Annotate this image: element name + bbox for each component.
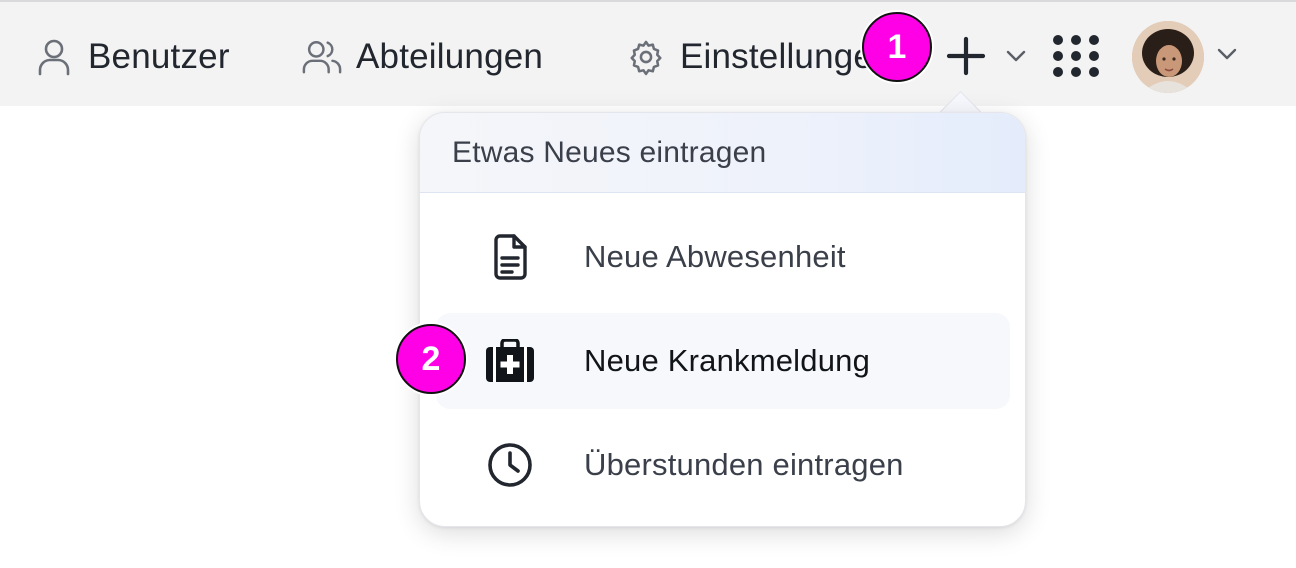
nav-item-label: Benutzer	[88, 37, 230, 76]
user-icon	[34, 37, 74, 77]
avatar[interactable]	[1132, 21, 1204, 93]
nav-item-abteilungen[interactable]: Abteilungen	[302, 32, 543, 82]
add-new-button[interactable]	[936, 26, 1036, 86]
top-navigation-bar: Benutzer Abteilungen Einstellungen	[0, 0, 1296, 106]
user-menu-toggle[interactable]	[1212, 42, 1242, 66]
medical-kit-icon	[480, 331, 540, 391]
dropdown-header: Etwas Neues eintragen	[420, 113, 1025, 193]
chevron-down-icon	[1217, 48, 1237, 60]
menu-item-label: Überstunden eintragen	[584, 447, 904, 482]
nav-item-label: Einstellungen	[680, 37, 893, 76]
menu-item-label: Neue Abwesenheit	[584, 239, 846, 274]
new-entry-dropdown: Etwas Neues eintragen Neue Abwesenheit N…	[419, 112, 1026, 527]
chevron-down-icon	[1006, 50, 1026, 62]
menu-item-neue-abwesenheit[interactable]: Neue Abwesenheit	[436, 209, 1010, 305]
nav-item-einstellungen[interactable]: Einstellungen	[626, 32, 893, 82]
nav-item-benutzer[interactable]: Benutzer	[34, 32, 230, 82]
apps-grid-button[interactable]	[1046, 28, 1106, 84]
menu-item-label: Neue Krankmeldung	[584, 343, 871, 378]
menu-item-ueberstunden-eintragen[interactable]: Überstunden eintragen	[436, 417, 1010, 513]
nav-item-label: Abteilungen	[356, 37, 544, 76]
clock-icon	[480, 435, 540, 495]
gear-icon	[626, 37, 666, 77]
step-badge-2: 2	[396, 324, 466, 394]
step-badge-1: 1	[862, 12, 932, 82]
users-icon	[302, 37, 342, 77]
document-icon	[480, 227, 540, 287]
menu-item-neue-krankmeldung[interactable]: Neue Krankmeldung	[436, 313, 1010, 409]
plus-icon	[946, 36, 986, 76]
grid-icon	[1050, 33, 1102, 79]
